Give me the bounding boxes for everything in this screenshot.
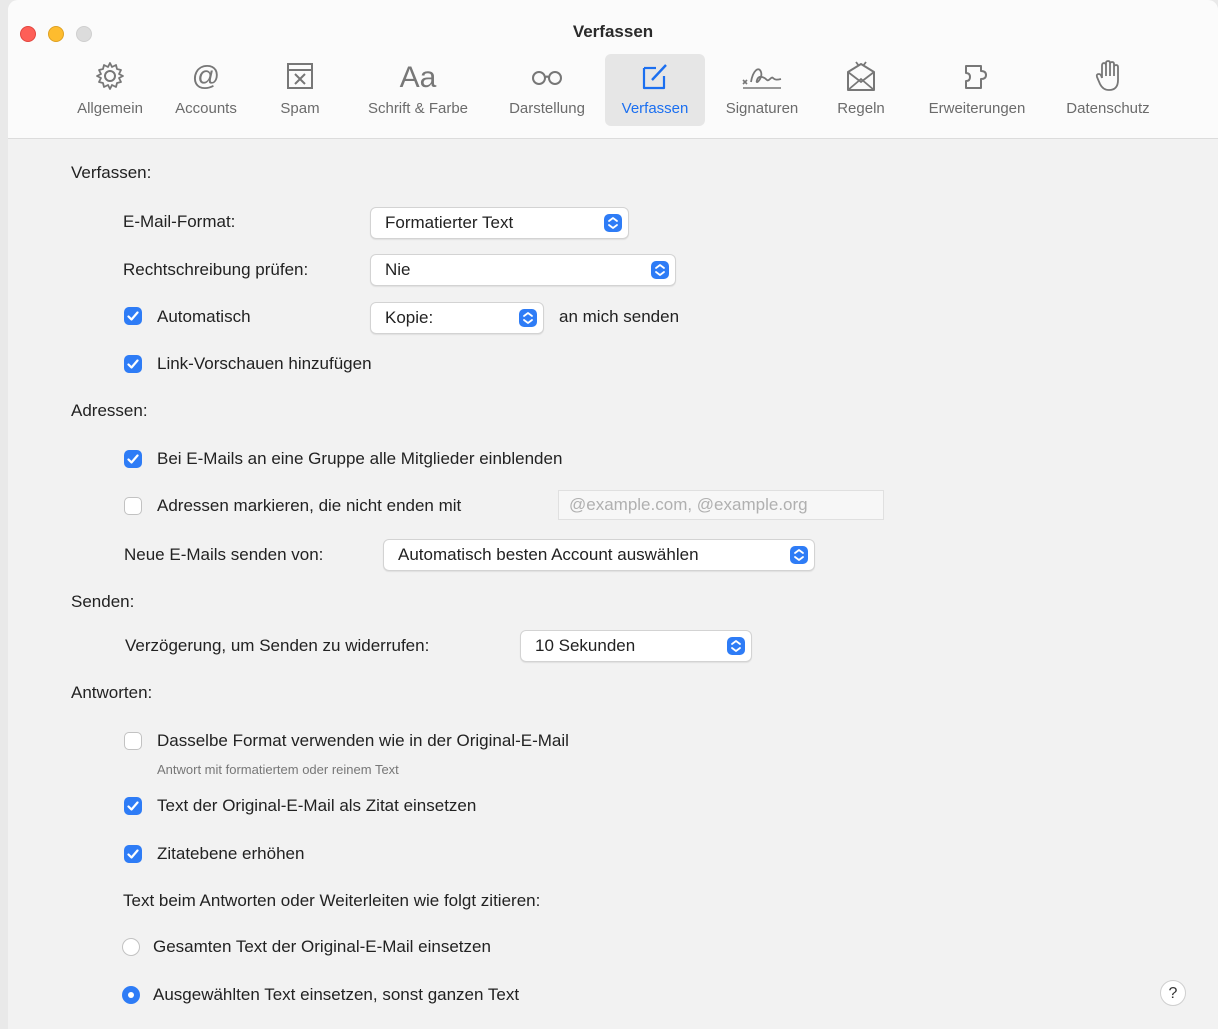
- glasses-icon: [532, 71, 562, 85]
- send-from-popup[interactable]: Automatisch besten Account auswählen: [383, 539, 815, 571]
- quote-selected-radio[interactable]: [122, 986, 140, 1004]
- section-heading-adressen: Adressen:: [71, 401, 148, 420]
- signature-icon: [742, 68, 782, 89]
- group-members-checkbox[interactable]: [124, 450, 142, 468]
- spellcheck-value: Nie: [385, 260, 411, 279]
- gear-icon: [96, 62, 124, 90]
- link-previews-checkbox[interactable]: [124, 355, 142, 373]
- tab-datenschutz[interactable]: Datenschutz: [1052, 54, 1164, 126]
- quote-original-label: Text der Original-E-Mail als Zitat einse…: [157, 796, 477, 815]
- mark-addresses-checkbox[interactable]: [124, 497, 142, 515]
- quote-mode-label: Text beim Antworten oder Weiterleiten wi…: [123, 891, 541, 910]
- titlebar: Verfassen Allgemein @ Accounts Spam Aa S…: [8, 0, 1218, 139]
- email-format-value: Formatierter Text: [385, 213, 514, 232]
- tab-signaturen[interactable]: Signaturen: [714, 54, 810, 126]
- same-format-label: Dasselbe Format verwenden wie in der Ori…: [157, 731, 569, 750]
- popup-stepper-icon: [727, 637, 745, 655]
- tab-spam-label: Spam: [280, 100, 320, 117]
- tab-verfassen[interactable]: Verfassen: [605, 54, 705, 126]
- send-from-label: Neue E-Mails senden von:: [124, 545, 324, 564]
- auto-cc-suffix: an mich senden: [559, 307, 680, 326]
- quote-all-label: Gesamten Text der Original-E-Mail einset…: [153, 937, 491, 956]
- quote-all-radio[interactable]: [122, 938, 140, 956]
- same-format-subtitle: Antwort mit formatiertem oder reinem Tex…: [157, 762, 399, 777]
- at-icon: @: [192, 60, 220, 91]
- checkmark-icon: [127, 311, 139, 321]
- email-format-popup[interactable]: Formatierter Text: [370, 207, 629, 239]
- help-button[interactable]: ?: [1160, 980, 1186, 1006]
- tab-accounts[interactable]: @ Accounts: [160, 54, 252, 126]
- quote-original-checkbox[interactable]: [124, 797, 142, 815]
- tab-accounts-label: Accounts: [175, 100, 237, 117]
- tab-regeln-label: Regeln: [837, 100, 885, 117]
- undo-send-label: Verzögerung, um Senden zu widerrufen:: [125, 636, 430, 655]
- tab-allgemein[interactable]: Allgemein: [60, 54, 160, 126]
- domain-filter-input[interactable]: [559, 491, 883, 519]
- svg-text:@: @: [192, 60, 220, 91]
- puzzle-icon: [965, 65, 987, 89]
- rules-envelope-icon: [847, 61, 875, 91]
- auto-cc-checkbox[interactable]: [124, 307, 142, 325]
- popup-stepper-icon: [604, 214, 622, 232]
- popup-stepper-icon: [651, 261, 669, 279]
- undo-send-value: 10 Sekunden: [535, 636, 636, 655]
- preferences-window: Verfassen Allgemein @ Accounts Spam Aa S…: [8, 0, 1218, 1029]
- tab-darstellung-label: Darstellung: [509, 100, 585, 117]
- group-members-label: Bei E-Mails an eine Gruppe alle Mitglied…: [157, 449, 563, 468]
- tab-erweiterungen[interactable]: Erweiterungen: [912, 54, 1042, 126]
- tab-allgemein-label: Allgemein: [77, 100, 143, 117]
- auto-copy-popup[interactable]: Kopie:: [370, 302, 544, 334]
- checkmark-icon: [127, 849, 139, 859]
- same-format-checkbox[interactable]: [124, 732, 142, 750]
- tab-schrift-farbe-label: Schrift & Farbe: [367, 100, 469, 117]
- compose-icon: [642, 64, 667, 90]
- spellcheck-label: Rechtschreibung prüfen:: [123, 260, 309, 279]
- tab-erweiterungen-label: Erweiterungen: [928, 100, 1026, 117]
- checkmark-icon: [127, 801, 139, 811]
- send-from-value: Automatisch besten Account auswählen: [398, 545, 699, 564]
- tab-verfassen-label: Verfassen: [621, 100, 689, 117]
- link-previews-label: Link-Vorschauen hinzufügen: [157, 354, 372, 373]
- auto-copy-value: Kopie:: [385, 308, 434, 327]
- mark-addresses-label: Adressen markieren, die nicht enden mit: [157, 496, 462, 515]
- increase-quote-level-label: Zitatebene erhöhen: [157, 844, 305, 863]
- hand-icon: [1095, 60, 1119, 91]
- spellcheck-popup[interactable]: Nie: [370, 254, 676, 286]
- increase-quote-level-checkbox[interactable]: [124, 845, 142, 863]
- tab-schrift-farbe[interactable]: Aa Schrift & Farbe: [350, 54, 486, 126]
- tab-spam[interactable]: Spam: [264, 54, 336, 126]
- undo-send-popup[interactable]: 10 Sekunden: [520, 630, 752, 662]
- quote-selected-label: Ausgewählten Text einsetzen, sonst ganze…: [153, 985, 520, 1004]
- email-format-label: E-Mail-Format:: [123, 212, 236, 231]
- auto-cc-label: Automatisch: [157, 307, 251, 326]
- tab-datenschutz-label: Datenschutz: [1066, 100, 1150, 117]
- junk-tray-icon: [287, 63, 313, 89]
- checkmark-icon: [127, 359, 139, 369]
- tab-regeln[interactable]: Regeln: [826, 54, 896, 126]
- domain-filter-field[interactable]: [558, 490, 884, 520]
- window-title: Verfassen: [572, 22, 654, 41]
- section-heading-senden: Senden:: [71, 592, 135, 611]
- tab-signaturen-label: Signaturen: [725, 100, 799, 117]
- popup-stepper-icon: [790, 546, 808, 564]
- font-icon: Aa: [399, 61, 437, 94]
- tab-darstellung[interactable]: Darstellung: [492, 54, 602, 126]
- section-heading-antworten: Antworten:: [71, 683, 153, 702]
- popup-stepper-icon: [519, 309, 537, 327]
- section-heading-verfassen: Verfassen:: [71, 163, 152, 182]
- checkmark-icon: [127, 454, 139, 464]
